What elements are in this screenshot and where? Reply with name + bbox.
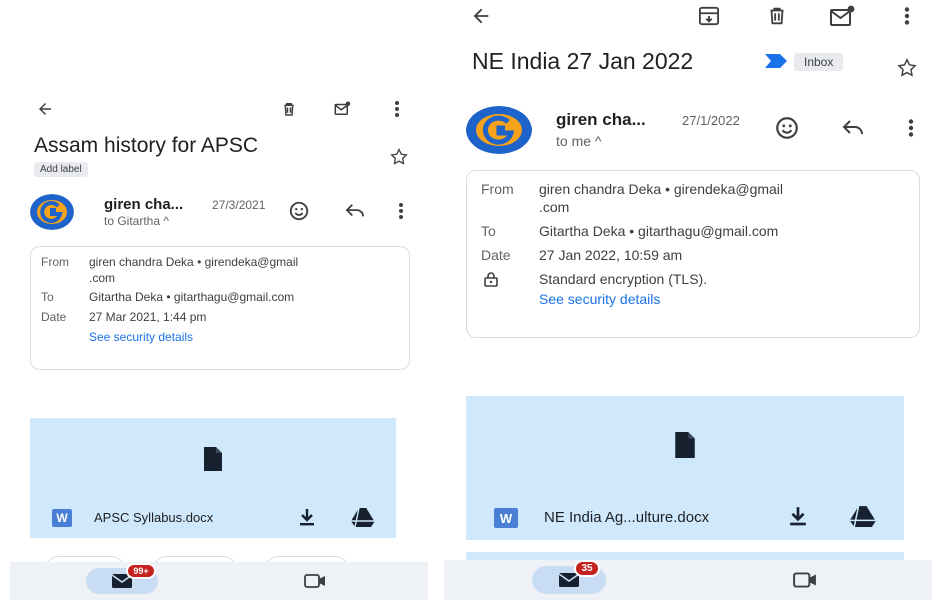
date-key: Date <box>481 247 511 263</box>
important-marker-icon[interactable] <box>764 53 788 69</box>
word-file-badge: W <box>494 508 518 528</box>
drive-icon[interactable] <box>848 504 878 528</box>
add-label-chip[interactable]: Add label <box>34 162 88 177</box>
from-key: From <box>41 255 69 269</box>
download-icon[interactable] <box>786 504 810 528</box>
details-card: From giren chandra Deka • girendeka@gmai… <box>466 170 920 338</box>
bottom-nav: 35 <box>444 560 932 600</box>
emoji-icon[interactable] <box>772 114 802 142</box>
bottom-nav: 99+ <box>10 562 428 600</box>
sender-name[interactable]: giren cha... <box>104 196 183 213</box>
video-icon[interactable] <box>790 570 820 590</box>
to-value: Gitartha Deka • gitarthagu@gmail.com <box>89 290 295 304</box>
emoji-icon[interactable] <box>286 199 312 223</box>
inbox-label-chip[interactable]: Inbox <box>794 53 844 71</box>
recipient-toggle[interactable]: to Gitartha ^ <box>104 214 169 228</box>
date-key: Date <box>41 310 67 324</box>
reply-icon[interactable] <box>342 199 368 223</box>
security-details-link[interactable]: See security details <box>539 291 660 307</box>
attachment-card[interactable]: W NE India Ag...ulture.docx <box>466 396 904 540</box>
attachment-filename[interactable]: APSC Syllabus.docx <box>94 510 213 525</box>
from-value-cont: .com <box>539 199 570 215</box>
download-icon[interactable] <box>296 506 318 528</box>
recipient-toggle[interactable]: to me ^ <box>556 133 601 149</box>
more-vert-icon[interactable] <box>394 201 408 221</box>
unread-badge: 35 <box>574 560 600 577</box>
delete-icon[interactable] <box>278 98 300 120</box>
word-file-badge: W <box>52 509 72 527</box>
sender-name[interactable]: giren cha... <box>556 110 646 130</box>
mail-tab[interactable]: 99+ <box>86 563 158 594</box>
archive-icon[interactable] <box>696 4 722 28</box>
encryption-text: Standard encryption (TLS). <box>539 271 708 287</box>
lock-icon <box>483 270 499 288</box>
mail-tab[interactable]: 35 <box>532 560 606 594</box>
from-value: giren chandra Deka • girendeka@gmail <box>89 255 299 269</box>
from-value: giren chandra Deka • girendeka@gmail <box>539 181 784 197</box>
details-card: From giren chandra Deka • girendeka@gmai… <box>30 246 410 370</box>
unread-badge: 99+ <box>126 563 156 579</box>
from-key: From <box>481 181 514 197</box>
email-date: 27/3/2021 <box>212 198 266 212</box>
delete-icon[interactable] <box>764 4 790 28</box>
security-details-link[interactable]: See security details <box>89 330 193 344</box>
video-icon[interactable] <box>302 572 328 590</box>
more-vert-icon[interactable] <box>904 116 918 140</box>
file-icon <box>198 444 228 474</box>
sender-avatar[interactable] <box>466 106 532 154</box>
sender-avatar[interactable] <box>30 194 74 230</box>
date-value: 27 Mar 2021, 1:44 pm <box>89 310 207 324</box>
to-key: To <box>481 223 496 239</box>
attachment-card[interactable]: W APSC Syllabus.docx <box>30 418 396 538</box>
reply-icon[interactable] <box>838 116 868 140</box>
email-date: 27/1/2022 <box>682 113 740 128</box>
to-value: Gitartha Deka • gitarthagu@gmail.com <box>539 223 779 239</box>
drive-icon[interactable] <box>350 506 376 528</box>
right-email-screen: NE India 27 Jan 2022 Inbox giren cha... … <box>440 0 932 600</box>
star-icon[interactable] <box>388 146 410 168</box>
date-value: 27 Jan 2022, 10:59 am <box>539 247 683 263</box>
more-vert-icon[interactable] <box>388 98 406 120</box>
back-arrow-icon[interactable] <box>468 4 494 28</box>
to-key: To <box>41 290 54 304</box>
email-subject: Assam history for APSC <box>34 134 259 157</box>
left-email-screen: Assam history for APSC Add label giren c… <box>0 0 432 600</box>
star-icon[interactable] <box>894 56 920 80</box>
attachment-filename[interactable]: NE India Ag...ulture.docx <box>544 509 709 526</box>
back-arrow-icon[interactable] <box>34 98 56 120</box>
more-vert-icon[interactable] <box>900 4 914 28</box>
mark-unread-icon[interactable] <box>828 4 856 28</box>
email-subject: NE India 27 Jan 2022 <box>472 48 694 74</box>
mark-unread-icon[interactable] <box>330 98 354 120</box>
file-icon <box>668 428 702 462</box>
from-value-cont: .com <box>89 271 116 285</box>
